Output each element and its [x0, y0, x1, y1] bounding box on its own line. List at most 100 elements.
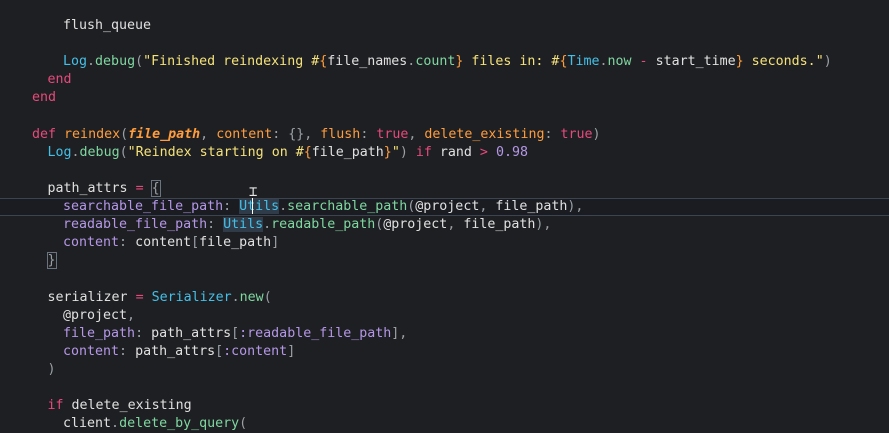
code-token: true	[376, 126, 409, 142]
code-token: debug	[95, 54, 136, 70]
code-line[interactable]: path_attrs = {	[0, 179, 889, 198]
code-token: count	[415, 54, 456, 70]
code-token: }	[735, 54, 744, 70]
code-token: serializer	[47, 289, 128, 305]
code-line[interactable]: )	[0, 361, 889, 379]
code-token: :	[119, 343, 136, 359]
code-token: :	[360, 126, 377, 142]
code-token: ),	[567, 199, 584, 214]
code-line[interactable]: content: content[file_path]	[0, 234, 889, 252]
code-line[interactable]: Log.debug("Reindex starting on #{file_pa…	[0, 144, 889, 162]
code-token: ),	[535, 217, 552, 233]
code-token: start_time	[655, 54, 736, 70]
code-text: path_attrs = {	[47, 179, 161, 198]
code-token: rand	[439, 144, 472, 160]
code-token: file_names	[327, 54, 408, 70]
code-token: readable_path	[271, 217, 376, 233]
code-text: flush_queue	[63, 17, 151, 35]
code-line[interactable]	[0, 108, 889, 126]
code-token: Log	[63, 54, 88, 70]
code-token: searchable_file_path	[63, 199, 224, 214]
code-token: [	[215, 343, 224, 359]
code-text: serializer = Serializer.new(	[48, 289, 272, 307]
code-token: if	[47, 398, 64, 414]
code-token: end	[32, 90, 57, 106]
code-line[interactable]	[0, 379, 889, 397]
code-token: (	[135, 54, 144, 70]
code-token: [	[191, 235, 200, 251]
code-text: Log.debug("Finished reindexing #{file_na…	[63, 53, 832, 71]
code-token: end	[47, 72, 72, 88]
code-token: Log	[47, 144, 72, 160]
highlighted-occurrence: Utils	[239, 199, 280, 214]
code-text: readable_file_path: Utils.readable_path(…	[63, 216, 551, 234]
code-text: searchable_file_path: Utils.searchable_p…	[63, 199, 583, 215]
code-token: searchable_path	[287, 199, 408, 214]
code-token: ,	[127, 307, 136, 323]
code-token: )	[823, 54, 832, 70]
code-token: :	[207, 217, 224, 233]
code-token: :	[119, 235, 136, 251]
code-token: true	[560, 126, 593, 142]
code-token: "	[391, 144, 400, 160]
code-token: delete_existing	[71, 398, 192, 414]
code-token: files in: #	[463, 54, 560, 70]
code-token: :	[544, 126, 561, 142]
code-line[interactable]: end	[0, 89, 889, 107]
code-token: .	[71, 144, 80, 160]
code-text: }	[46, 252, 57, 270]
code-token: path_attrs	[47, 180, 128, 196]
code-line[interactable]: readable_file_path: Utils.readable_path(…	[0, 216, 889, 234]
code-token: content	[216, 126, 273, 142]
code-line[interactable]: def reindex(file_path, content: {}, flus…	[0, 126, 889, 144]
code-token: debug	[79, 144, 120, 160]
code-token: if	[415, 144, 432, 160]
code-line[interactable]: flush_queue	[0, 17, 889, 35]
code-token: "Finished reindexing #	[143, 54, 320, 70]
code-line[interactable]: end	[0, 71, 889, 89]
code-token: ]	[287, 343, 296, 359]
code-token: {}	[288, 126, 305, 142]
code-token: (	[119, 144, 128, 160]
code-token: Serializer	[151, 289, 232, 305]
code-token: 0.98	[495, 144, 528, 160]
code-token: ,	[408, 126, 425, 142]
code-token: delete_existing	[424, 126, 545, 142]
code-token: readable_file_path	[63, 217, 208, 233]
code-token: ],	[391, 325, 408, 341]
code-line[interactable]	[0, 35, 889, 53]
code-token: ]	[271, 235, 280, 251]
code-line[interactable]: if delete_existing	[0, 397, 889, 415]
code-token: file_path	[199, 235, 272, 251]
code-token: -	[631, 54, 656, 70]
code-token: new	[239, 289, 264, 305]
code-token: :	[272, 126, 289, 142]
code-token: def	[32, 126, 57, 142]
code-token: )	[592, 126, 601, 142]
code-token: reindex	[64, 126, 121, 142]
code-line[interactable]: serializer = Serializer.new(	[0, 289, 889, 307]
code-text: Log.debug("Reindex starting on #{file_pa…	[48, 144, 528, 162]
code-editor[interactable]: flush_queue Log.debug("Finished reindexin…	[0, 0, 889, 431]
code-token: .	[599, 54, 608, 70]
code-line[interactable]: client.delete_by_query(	[0, 415, 889, 433]
code-line[interactable]	[0, 270, 889, 288]
code-token: content	[63, 343, 120, 359]
code-line[interactable]: @project,	[0, 307, 889, 325]
code-token: >	[471, 144, 496, 160]
code-line[interactable]: file_path: path_attrs[:readable_file_pat…	[0, 325, 889, 343]
code-token: :content	[223, 343, 288, 359]
code-line[interactable]: }	[0, 252, 889, 270]
code-line[interactable]: Log.debug("Finished reindexing #{file_na…	[0, 53, 889, 71]
code-token: "Reindex starting on #	[127, 144, 304, 160]
code-line-current[interactable]: searchable_file_path: Utils.searchable_p…	[0, 198, 889, 216]
code-line[interactable]	[0, 162, 889, 180]
code-line[interactable]: content: path_attrs[:content]	[0, 343, 889, 361]
code-token: .	[87, 54, 96, 70]
code-token: )	[399, 144, 416, 160]
code-token: .	[279, 199, 288, 214]
code-token: ,	[304, 126, 321, 142]
code-text: @project,	[63, 307, 135, 325]
